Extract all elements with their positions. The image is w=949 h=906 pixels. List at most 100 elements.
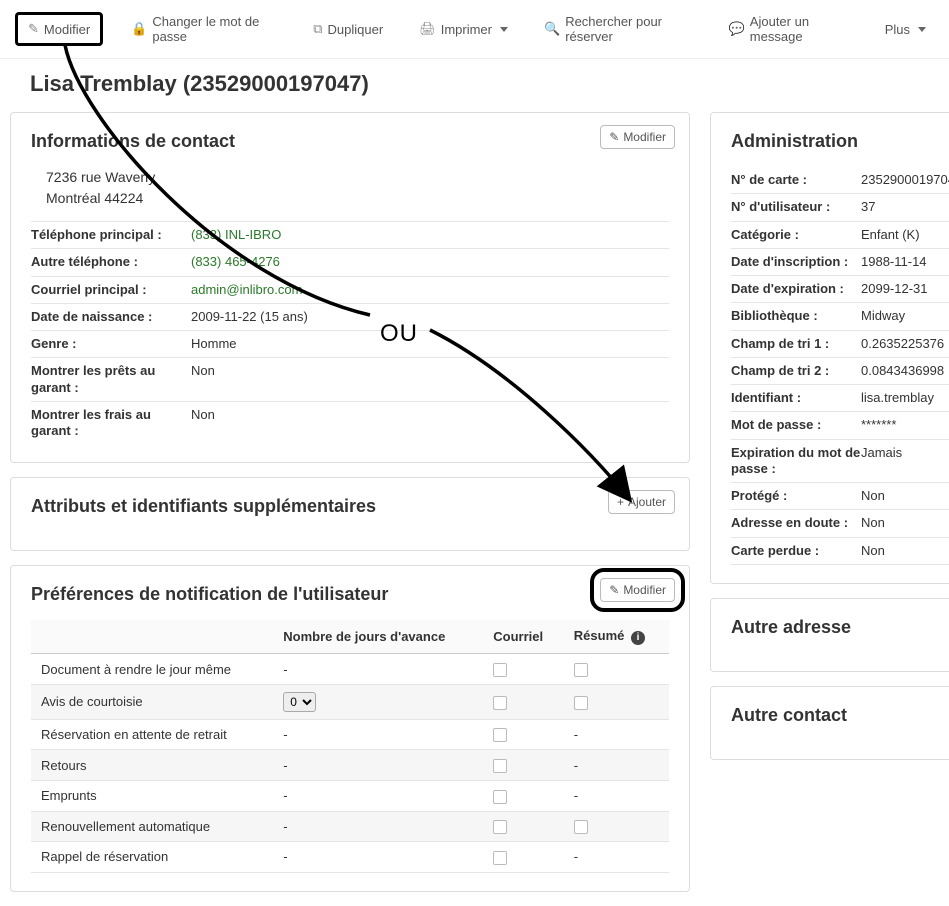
contact-field-value: Non <box>191 363 669 396</box>
comment-icon: 💬 <box>729 21 745 37</box>
toolbar-edit-button[interactable]: ✎ Modifier <box>15 12 103 46</box>
toolbar-print-button[interactable]: 🖨 Imprimer <box>411 17 516 41</box>
notification-row-days: - <box>273 811 483 842</box>
toolbar-duplicate-label: Dupliquer <box>328 22 384 37</box>
toolbar-add-message-label: Ajouter un message <box>750 14 849 44</box>
admin-field-row: Champ de tri 1 :0.2635225376 <box>731 331 949 358</box>
admin-field-value: ******* <box>861 417 949 433</box>
toolbar-changepw-button[interactable]: 🔒 Changer le mot de passe <box>123 10 285 48</box>
info-icon[interactable]: i <box>631 631 645 645</box>
digest-checkbox[interactable] <box>574 820 588 834</box>
digest-checkbox[interactable] <box>574 663 588 677</box>
admin-field-value: Non <box>861 515 949 531</box>
notification-row-days: - <box>273 750 483 781</box>
patron-title: Lisa Tremblay (23529000197047) <box>0 59 949 112</box>
contact-panel: ✎ Modifier Informations de contact 7236 … <box>10 112 690 463</box>
contact-field-value[interactable]: (833) 465-4276 <box>191 254 669 270</box>
address-line1: 7236 rue Waverly <box>46 167 669 188</box>
contact-field-label: Montrer les prêts au garant : <box>31 363 191 396</box>
contact-field-row: Courriel principal :admin@inlibro.com <box>31 276 669 303</box>
toolbar-more-label: Plus <box>885 22 910 37</box>
toolbar-more-button[interactable]: Plus <box>877 18 934 41</box>
caret-down-icon <box>500 27 508 32</box>
notification-row-days: - <box>273 719 483 750</box>
toolbar-changepw-label: Changer le mot de passe <box>152 14 277 44</box>
email-checkbox[interactable] <box>493 790 507 804</box>
email-checkbox[interactable] <box>493 663 507 677</box>
notification-row-email <box>483 654 564 685</box>
alt-address-panel: Autre adresse <box>710 598 949 672</box>
contact-field-label: Montrer les frais au garant : <box>31 407 191 440</box>
admin-field-label: Catégorie : <box>731 227 861 243</box>
notification-edit-button[interactable]: ✎ Modifier <box>600 578 675 602</box>
contact-field-label: Genre : <box>31 336 191 352</box>
toolbar-edit-label: Modifier <box>44 22 90 37</box>
admin-field-row: Identifiant :lisa.tremblay <box>731 385 949 412</box>
contact-edit-button[interactable]: ✎ Modifier <box>600 125 675 149</box>
days-advance-select[interactable]: 0 <box>283 692 316 712</box>
notification-prefs-panel: ✎ Modifier Préférences de notification d… <box>10 565 690 891</box>
pencil-icon: ✎ <box>28 21 39 37</box>
toolbar-duplicate-button[interactable]: ⧉ Dupliquer <box>305 17 391 41</box>
admin-field-value: 37 <box>861 199 949 215</box>
toolbar-search-hold-label: Rechercher pour réserver <box>565 14 692 44</box>
toolbar-print-label: Imprimer <box>441 22 492 37</box>
email-checkbox[interactable] <box>493 728 507 742</box>
notif-col-blank <box>31 620 273 654</box>
admin-field-label: Protégé : <box>731 488 861 504</box>
notification-row: Renouvellement automatique- <box>31 811 669 842</box>
notification-row-email <box>483 750 564 781</box>
notification-row: Rappel de réservation-- <box>31 842 669 873</box>
administration-fields: N° de carte :23529000197047N° d'utilisat… <box>731 167 949 565</box>
notif-col-email: Courriel <box>483 620 564 654</box>
administration-heading: Administration <box>731 131 949 152</box>
notif-col-digest: Résumé i <box>564 620 669 654</box>
notification-row-email <box>483 780 564 811</box>
copy-icon: ⧉ <box>313 21 322 37</box>
admin-field-row: Protégé :Non <box>731 483 949 510</box>
admin-field-label: Bibliothèque : <box>731 308 861 324</box>
notification-row-label: Document à rendre le jour même <box>31 654 273 685</box>
email-checkbox[interactable] <box>493 820 507 834</box>
email-checkbox[interactable] <box>493 696 507 710</box>
notification-row-label: Réservation en attente de retrait <box>31 719 273 750</box>
annotation-or-label: OU <box>380 320 418 348</box>
contact-field-label: Courriel principal : <box>31 282 191 298</box>
admin-field-value: 1988-11-14 <box>861 254 949 270</box>
search-icon: 🔍 <box>544 21 560 37</box>
digest-checkbox[interactable] <box>574 696 588 710</box>
notification-row-label: Emprunts <box>31 780 273 811</box>
admin-field-row: Adresse en doute :Non <box>731 510 949 537</box>
contact-field-value: Non <box>191 407 669 440</box>
notification-row-days: 0 <box>273 684 483 719</box>
caret-down-icon <box>918 27 926 32</box>
admin-field-value: Non <box>861 488 949 504</box>
attributes-add-button[interactable]: + Ajouter <box>608 490 675 514</box>
admin-field-label: Mot de passe : <box>731 417 861 433</box>
contact-field-value[interactable]: admin@inlibro.com <box>191 282 669 298</box>
patron-toolbar: ✎ Modifier 🔒 Changer le mot de passe ⧉ D… <box>0 0 949 59</box>
email-checkbox[interactable] <box>493 759 507 773</box>
admin-field-value: Enfant (K) <box>861 227 949 243</box>
admin-field-row: Champ de tri 2 :0.0843436998 <box>731 358 949 385</box>
admin-field-row: Carte perdue :Non <box>731 538 949 565</box>
notification-row-days: - <box>273 780 483 811</box>
toolbar-add-message-button[interactable]: 💬 Ajouter un message <box>721 10 857 48</box>
contact-field-row: Date de naissance :2009-11-22 (15 ans) <box>31 303 669 330</box>
toolbar-search-hold-button[interactable]: 🔍 Rechercher pour réserver <box>536 10 701 48</box>
admin-field-value: 0.2635225376 <box>861 336 949 352</box>
admin-field-label: Identifiant : <box>731 390 861 406</box>
notification-row-label: Retours <box>31 750 273 781</box>
contact-field-value[interactable]: (833) INL-IBRO <box>191 227 669 243</box>
notification-row-digest: - <box>564 719 669 750</box>
contact-field-row: Genre :Homme <box>31 330 669 357</box>
attributes-add-label: Ajouter <box>628 495 666 509</box>
admin-field-row: Mot de passe :******* <box>731 412 949 439</box>
notification-row: Emprunts-- <box>31 780 669 811</box>
notification-row: Document à rendre le jour même- <box>31 654 669 685</box>
email-checkbox[interactable] <box>493 851 507 865</box>
admin-field-label: Champ de tri 2 : <box>731 363 861 379</box>
notification-row-digest: - <box>564 780 669 811</box>
contact-address: 7236 rue Waverly Montréal 44224 <box>31 167 669 221</box>
admin-field-label: Adresse en doute : <box>731 515 861 531</box>
